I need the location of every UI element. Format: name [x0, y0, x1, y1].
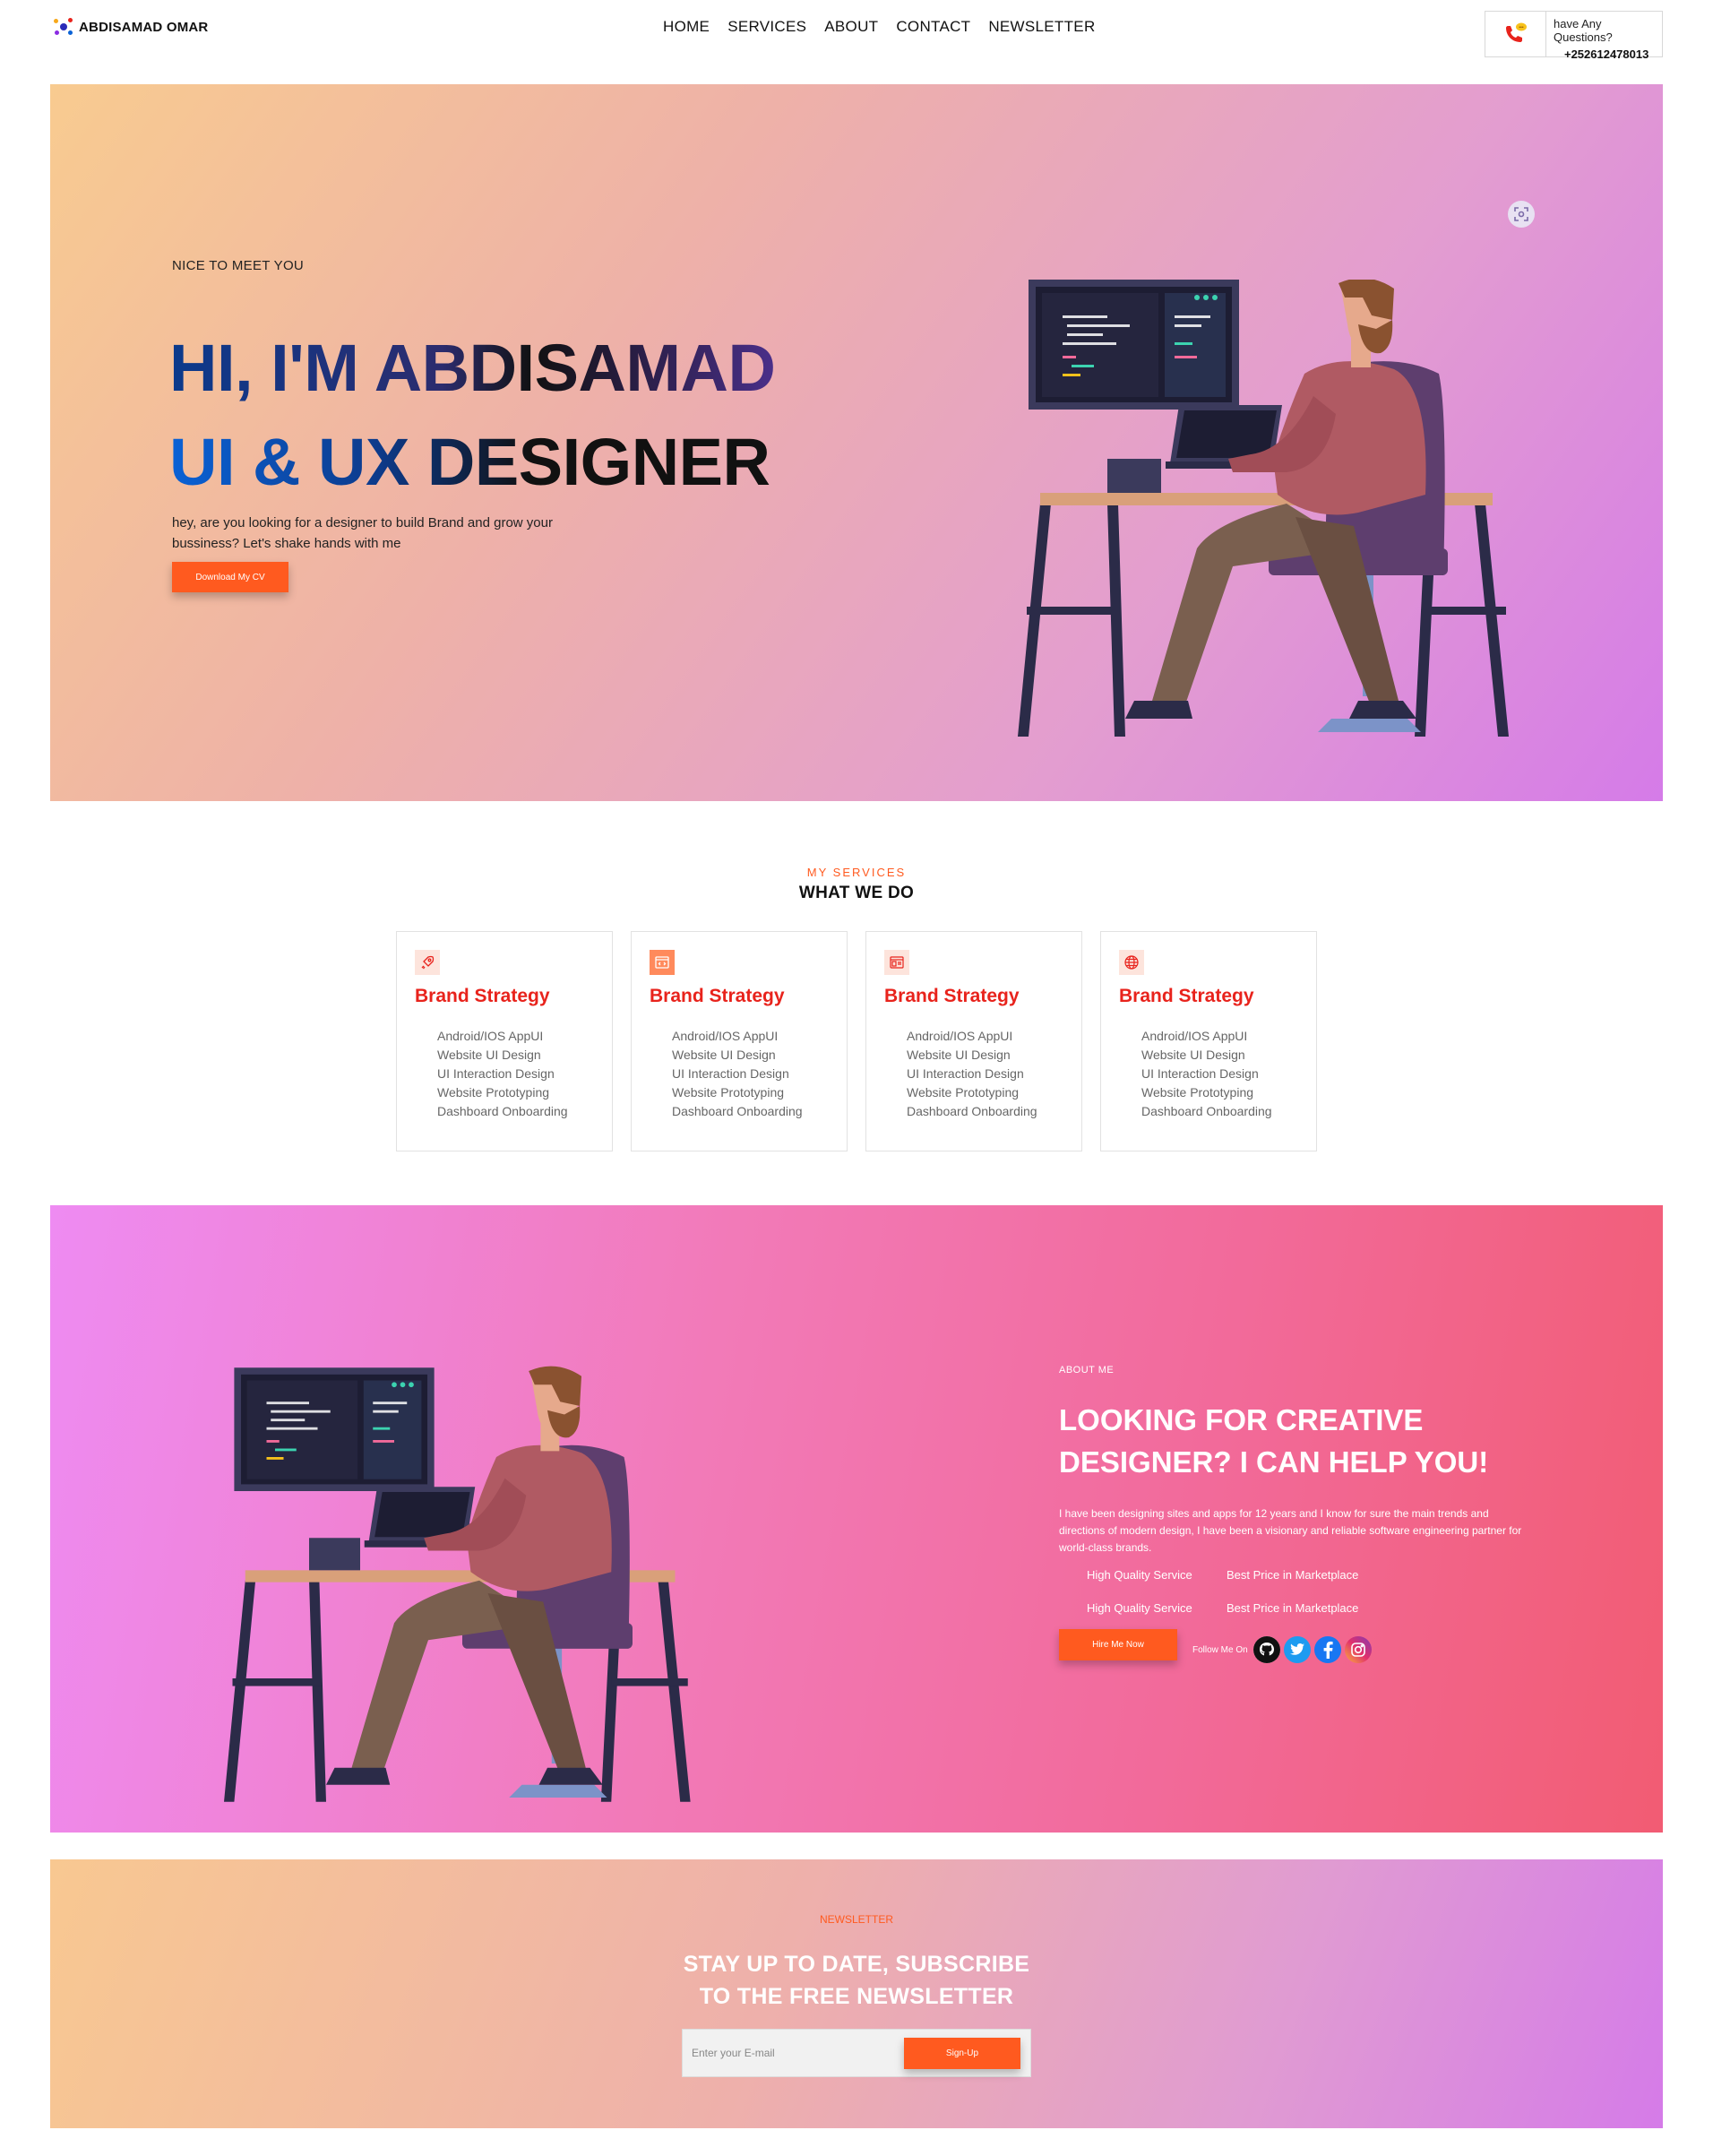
- service-item: Website UI Design: [907, 1048, 1011, 1062]
- rocket-icon: [415, 950, 440, 975]
- menu-item-contact[interactable]: CONTACT: [896, 18, 970, 36]
- hero-headline-2: UI & UX DESIGNER: [169, 425, 770, 499]
- download-cv-button[interactable]: Download My CV: [172, 562, 288, 592]
- service-list: Android/IOS AppUI Website UI Design UI I…: [1141, 1027, 1272, 1121]
- menu-item-services[interactable]: SERVICES: [727, 18, 806, 36]
- twitter-icon[interactable]: [1283, 1636, 1311, 1663]
- newsletter-title-line-2: TO THE FREE NEWSLETTER: [699, 1984, 1014, 2009]
- service-title: Brand Strategy: [1119, 986, 1254, 1006]
- service-item: UI Interaction Design: [437, 1066, 555, 1081]
- email-input[interactable]: [692, 2040, 907, 2065]
- newsletter-title-line-1: STAY UP TO DATE, SUBSCRIBE: [683, 1952, 1030, 1977]
- service-item: Android/IOS AppUI: [907, 1029, 1013, 1043]
- services-title: WHAT WE DO: [798, 884, 915, 902]
- about-kicker: ABOUT ME: [1059, 1365, 1115, 1376]
- service-item: Android/IOS AppUI: [672, 1029, 779, 1043]
- service-title: Brand Strategy: [650, 986, 785, 1006]
- designer-at-desk-illustration: [224, 1363, 735, 1811]
- feature-item: High Quality Service: [1087, 1601, 1192, 1615]
- newsletter-form: Sign-Up: [682, 2029, 1031, 2077]
- screen-capture-icon[interactable]: [1508, 201, 1535, 228]
- service-item: Website Prototyping: [907, 1085, 1020, 1100]
- svg-text:•••: •••: [1519, 25, 1525, 30]
- menu-item-home[interactable]: HOME: [663, 18, 710, 36]
- designer-at-desk-illustration: [1018, 278, 1555, 741]
- service-item: Website UI Design: [437, 1048, 541, 1062]
- hero-description: hey, are you looking for a designer to b…: [172, 515, 553, 551]
- service-item: Website UI Design: [672, 1048, 776, 1062]
- newsletter-title: STAY UP TO DATE, SUBSCRIBE TO THE FREE N…: [50, 1948, 1663, 2013]
- service-item: Dashboard Onboarding: [907, 1104, 1037, 1118]
- service-item: Website Prototyping: [437, 1085, 550, 1100]
- main-menu: HOME SERVICES ABOUT CONTACT NEWSLETTER: [663, 18, 1096, 36]
- service-card[interactable]: Brand Strategy Android/IOS AppUI Website…: [631, 931, 848, 1151]
- facebook-icon[interactable]: [1313, 1636, 1341, 1663]
- service-item: Website Prototyping: [672, 1085, 785, 1100]
- contact-phone[interactable]: +252612478013: [1554, 47, 1662, 61]
- service-item: Dashboard Onboarding: [1141, 1104, 1272, 1118]
- code-window-icon: [650, 950, 675, 975]
- about-description: I have been designing sites and apps for…: [1059, 1507, 1522, 1554]
- brand-logo[interactable]: ABDISAMAD OMAR: [54, 17, 208, 37]
- atom-logo-icon: [54, 17, 73, 37]
- hero-kicker: NICE TO MEET YOU: [172, 258, 305, 273]
- service-list: Android/IOS AppUI Website UI Design UI I…: [907, 1027, 1037, 1121]
- service-item: Website Prototyping: [1141, 1085, 1254, 1100]
- newsletter-section: NEWSLETTER STAY UP TO DATE, SUBSCRIBE TO…: [50, 1859, 1663, 2128]
- hire-me-button[interactable]: Hire Me Now: [1059, 1629, 1177, 1660]
- about-title: LOOKING FOR CREATIVE DESIGNER? I CAN HEL…: [1059, 1403, 1489, 1479]
- feature-item: Best Price in Marketplace: [1227, 1601, 1359, 1615]
- service-item: Android/IOS AppUI: [1141, 1029, 1248, 1043]
- menu-item-newsletter[interactable]: NEWSLETTER: [988, 18, 1095, 36]
- browser-layout-icon: [884, 950, 909, 975]
- hero-headline-1: HI, I'M ABDISAMAD: [169, 331, 776, 405]
- service-card[interactable]: Brand Strategy Android/IOS AppUI Website…: [396, 931, 613, 1151]
- hero-section: NICE TO MEET YOU HI, I'M ABDISAMAD UI & …: [50, 84, 1663, 801]
- social-links: Follow Me On: [1192, 1636, 1372, 1663]
- contact-box[interactable]: ••• have Any Questions? +252612478013: [1485, 11, 1663, 61]
- menu-item-about[interactable]: ABOUT: [824, 18, 878, 36]
- brand-name: ABDISAMAD OMAR: [79, 19, 209, 35]
- signup-button[interactable]: Sign-Up: [904, 2038, 1020, 2069]
- service-item: UI Interaction Design: [672, 1066, 789, 1081]
- service-list: Android/IOS AppUI Website UI Design UI I…: [672, 1027, 803, 1121]
- phone-icon: •••: [1485, 12, 1546, 56]
- service-item: UI Interaction Design: [1141, 1066, 1259, 1081]
- services-kicker: MY SERVICES: [806, 866, 907, 879]
- feature-item: Best Price in Marketplace: [1227, 1568, 1359, 1582]
- service-item: Dashboard Onboarding: [437, 1104, 568, 1118]
- about-section: ABOUT ME LOOKING FOR CREATIVE DESIGNER? …: [50, 1205, 1663, 1833]
- github-icon[interactable]: [1252, 1636, 1280, 1663]
- feature-item: High Quality Service: [1087, 1568, 1192, 1582]
- follow-label: Follow Me On: [1192, 1644, 1248, 1655]
- top-navbar: ABDISAMAD OMAR HOME SERVICES ABOUT CONTA…: [0, 0, 1713, 61]
- service-title: Brand Strategy: [415, 986, 550, 1006]
- service-item: UI Interaction Design: [907, 1066, 1024, 1081]
- service-item: Android/IOS AppUI: [437, 1029, 544, 1043]
- service-title: Brand Strategy: [884, 986, 1020, 1006]
- newsletter-kicker: NEWSLETTER: [819, 1913, 893, 1926]
- contact-question: have Any Questions?: [1553, 17, 1613, 44]
- service-item: Dashboard Onboarding: [672, 1104, 803, 1118]
- service-item: Website UI Design: [1141, 1048, 1245, 1062]
- service-list: Android/IOS AppUI Website UI Design UI I…: [437, 1027, 568, 1121]
- service-card[interactable]: Brand Strategy Android/IOS AppUI Website…: [865, 931, 1082, 1151]
- globe-icon: [1119, 950, 1144, 975]
- instagram-icon[interactable]: [1344, 1636, 1372, 1663]
- service-card[interactable]: Brand Strategy Android/IOS AppUI Website…: [1100, 931, 1317, 1151]
